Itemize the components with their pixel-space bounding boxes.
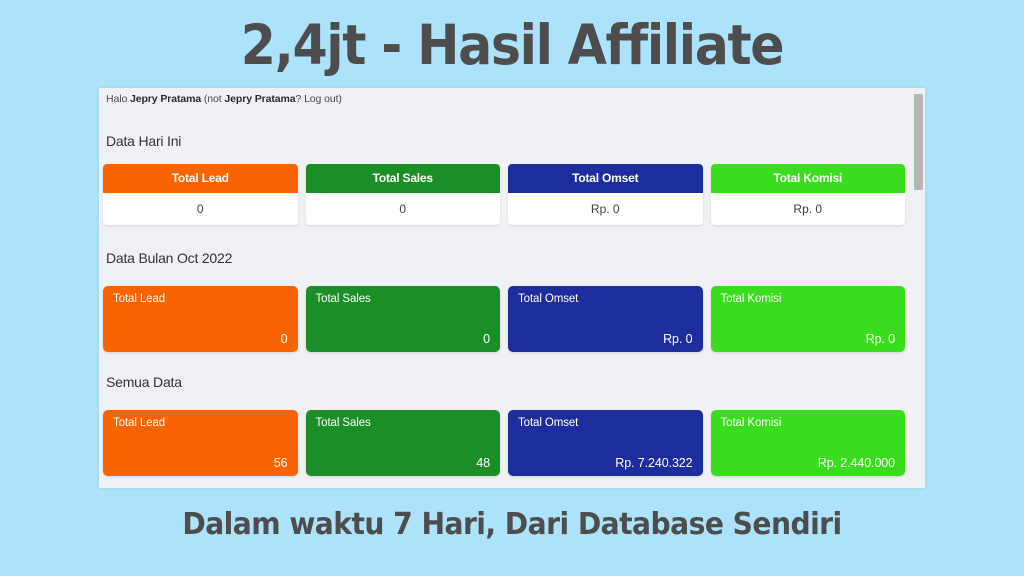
stat-card-label: Total Sales (315, 293, 371, 305)
stat-card-value: Rp. 0 (508, 193, 703, 225)
stat-card-value: 0 (483, 332, 490, 346)
card-row-data-bulan: Total Lead 0 Total Sales 0 Total Omset R… (99, 286, 925, 354)
card-row-data-hari-ini: Total Lead 0 Total Sales 0 Total Omset R… (99, 164, 925, 226)
card-cell: Total Sales 48 (302, 410, 505, 478)
card-cell: Total Omset Rp. 7.240.322 (504, 410, 707, 478)
stat-card-total-omset-all[interactable]: Total Omset Rp. 7.240.322 (508, 410, 703, 476)
stat-card-value: Rp. 0 (865, 332, 895, 346)
stat-card-total-lead-all[interactable]: Total Lead 56 (103, 410, 298, 476)
stat-card-label: Total Omset (518, 417, 579, 429)
page-headline: 2,4jt - Hasil Affiliate (240, 13, 785, 77)
greeting-not-prefix: (not (201, 93, 225, 105)
card-cell: Total Komisi Rp. 0 (707, 164, 910, 226)
stat-card-total-sales-all[interactable]: Total Sales 48 (305, 410, 500, 476)
card-cell: Total Lead 0 (99, 286, 302, 354)
card-cell: Total Sales 0 (302, 164, 505, 226)
dashboard-screenshot-panel: Halo Jepry Pratama (not Jepry Pratama? L… (99, 88, 925, 488)
stat-card-value: 48 (476, 456, 490, 470)
greeting-line: Halo Jepry Pratama (not Jepry Pratama? L… (106, 93, 342, 105)
card-cell: Total Lead 0 (99, 164, 302, 226)
stat-card-total-sales-today[interactable]: Total Sales 0 (305, 164, 500, 225)
stat-card-header: Total Lead (103, 164, 298, 193)
card-cell: Total Komisi Rp. 0 (707, 286, 910, 354)
stat-card-header: Total Omset (508, 164, 703, 193)
card-cell: Total Omset Rp. 0 (504, 286, 707, 354)
stat-card-label: Total Komisi (720, 293, 782, 305)
stat-card-total-sales-month[interactable]: Total Sales 0 (305, 286, 500, 352)
stat-card-value: 0 (103, 193, 298, 225)
stat-card-label: Total Lead (113, 417, 166, 429)
stat-card-total-komisi-all[interactable]: Total Komisi Rp. 2.440.000 (710, 410, 905, 476)
card-cell: Total Sales 0 (302, 286, 505, 354)
section-title-data-hari-ini: Data Hari Ini (106, 133, 182, 149)
stat-card-value: 0 (280, 332, 288, 346)
stat-card-label: Total Lead (113, 293, 166, 305)
stat-card-total-omset-today[interactable]: Total Omset Rp. 0 (508, 164, 703, 225)
stat-card-label: Total Sales (315, 417, 371, 429)
stat-card-value: Rp. 0 (710, 193, 905, 225)
stat-card-header: Total Sales (305, 164, 500, 193)
vertical-scrollbar-track[interactable] (912, 88, 925, 488)
page-caption: Dalam waktu 7 Hari, Dari Database Sendir… (182, 507, 842, 542)
stat-card-label: Total Komisi (720, 417, 782, 429)
stat-card-total-komisi-month[interactable]: Total Komisi Rp. 0 (710, 286, 905, 352)
greeting-username: Jepry Pratama (130, 93, 202, 105)
card-row-semua-data: Total Lead 56 Total Sales 48 Total Omset… (99, 410, 925, 478)
stat-card-value: Rp. 2.440.000 (817, 456, 895, 470)
section-title-semua-data: Semua Data (106, 374, 182, 390)
stat-card-header: Total Komisi (710, 164, 905, 193)
stat-card-total-komisi-today[interactable]: Total Komisi Rp. 0 (710, 164, 905, 225)
vertical-scrollbar-thumb[interactable] (914, 94, 923, 190)
stat-card-label: Total Omset (518, 293, 579, 305)
greeting-suffix: ) (338, 93, 342, 105)
stat-card-value: Rp. 7.240.322 (615, 456, 693, 470)
stat-card-total-omset-month[interactable]: Total Omset Rp. 0 (508, 286, 703, 352)
stat-card-value: 0 (305, 193, 500, 225)
logout-link[interactable]: Log out (304, 93, 338, 105)
card-cell: Total Komisi Rp. 2.440.000 (707, 410, 910, 478)
stat-card-value: 56 (273, 456, 288, 470)
greeting-question: ? (295, 93, 305, 105)
stat-card-total-lead-month[interactable]: Total Lead 0 (103, 286, 298, 352)
stat-card-total-lead-today[interactable]: Total Lead 0 (103, 164, 298, 225)
greeting-not-username: Jepry Pratama (224, 93, 296, 105)
card-cell: Total Lead 56 (99, 410, 302, 478)
card-cell: Total Omset Rp. 0 (504, 164, 707, 226)
section-title-data-bulan: Data Bulan Oct 2022 (106, 250, 233, 266)
greeting-prefix: Halo (106, 93, 131, 105)
stat-card-value: Rp. 0 (663, 332, 693, 346)
